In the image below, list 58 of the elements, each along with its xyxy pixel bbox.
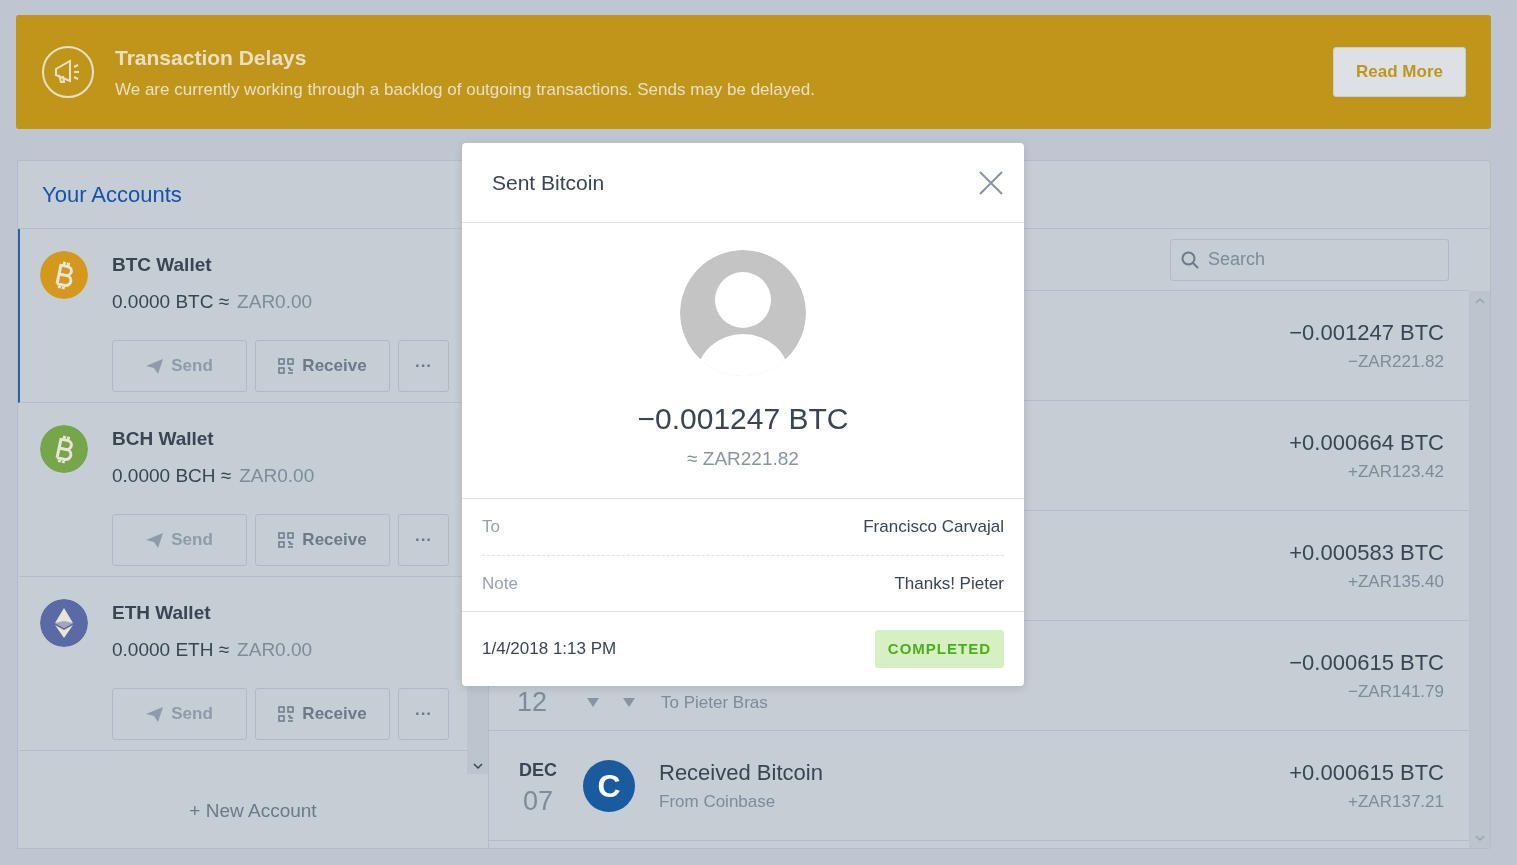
megaphone-icon bbox=[41, 45, 95, 99]
account-name: ETH Wallet bbox=[112, 601, 212, 625]
transaction-fiat: +ZAR123.42 bbox=[1348, 461, 1444, 484]
transaction-amount: +0.000664 BTC bbox=[1289, 429, 1444, 458]
transaction-amount: +0.000615 BTC bbox=[1289, 759, 1444, 788]
status-badge: COMPLETED bbox=[874, 629, 1004, 669]
account-name: BTC Wallet bbox=[112, 253, 213, 277]
more-button[interactable]: ··· bbox=[398, 688, 449, 740]
more-button[interactable]: ··· bbox=[398, 514, 449, 566]
receive-button[interactable]: Receive bbox=[255, 688, 390, 740]
close-button[interactable] bbox=[978, 169, 1004, 196]
detail-label: To bbox=[482, 516, 500, 539]
transaction-subtitle: From Coinbase bbox=[659, 791, 777, 814]
transaction-amount: −0.000615 BTC bbox=[1289, 649, 1444, 678]
modal-fiat: ≈ ZAR221.82 bbox=[687, 447, 799, 471]
detail-label: Note bbox=[482, 572, 518, 595]
detail-value: Thanks! Pieter bbox=[894, 572, 1004, 595]
search-field[interactable]: Search bbox=[1170, 238, 1449, 281]
coinbase-logo: C bbox=[583, 759, 635, 812]
receive-button[interactable]: Receive bbox=[255, 514, 390, 566]
account-fiat: ZAR0.00 bbox=[239, 463, 315, 488]
transaction-day: 12 bbox=[517, 689, 559, 716]
transaction-fiat: −ZAR221.82 bbox=[1348, 351, 1444, 374]
banner-title: Transaction Delays bbox=[115, 44, 308, 71]
avatar-icon bbox=[680, 250, 806, 376]
modal-title: Sent Bitcoin bbox=[492, 169, 605, 196]
transaction-subtitle: To Pieter Bras bbox=[661, 691, 768, 714]
account-balance: 0.0000 ETH ≈ bbox=[112, 637, 230, 662]
paper-plane-icon bbox=[146, 532, 164, 548]
panel-title: Your Accounts bbox=[41, 181, 182, 209]
qr-code-icon bbox=[278, 532, 295, 548]
account-fiat: ZAR0.00 bbox=[237, 289, 313, 314]
paper-plane-icon bbox=[146, 706, 164, 722]
transaction-fiat: −ZAR141.79 bbox=[1348, 681, 1444, 704]
triangles-drawing bbox=[587, 697, 637, 708]
qr-code-icon bbox=[278, 706, 295, 722]
more-button[interactable]: ··· bbox=[398, 340, 449, 392]
account-fiat: ZAR0.00 bbox=[237, 637, 313, 662]
transaction-month: DEC bbox=[519, 758, 557, 782]
transaction-amount: −0.001247 BTC bbox=[1289, 319, 1444, 348]
transaction-fiat: +ZAR137.21 bbox=[1348, 791, 1444, 814]
banner-message: We are currently working through a backlog of outgoing transactions. Sends may be delayed. bbox=[115, 79, 816, 101]
scroll-down-icon[interactable] bbox=[472, 763, 483, 770]
modal-amount: −0.001247 BTC bbox=[637, 401, 849, 437]
receive-button[interactable]: Receive bbox=[255, 340, 390, 392]
transaction-title: Received Bitcoin bbox=[659, 759, 823, 788]
transaction-amount: +0.000583 BTC bbox=[1289, 539, 1444, 568]
detail-value: Francisco Carvajal bbox=[863, 516, 1004, 539]
account-name: BCH Wallet bbox=[112, 427, 215, 451]
paper-plane-icon bbox=[146, 358, 164, 374]
transaction-date: 1/4/2018 1:13 PM bbox=[482, 638, 617, 661]
qr-code-icon bbox=[278, 358, 295, 374]
read-more-button[interactable]: Read More bbox=[1333, 47, 1466, 97]
transaction-day: 07 bbox=[522, 787, 553, 815]
account-balance: 0.0000 BCH ≈ bbox=[112, 463, 232, 488]
search-icon bbox=[1181, 250, 1199, 269]
account-balance: 0.0000 BTC ≈ bbox=[112, 289, 230, 314]
transaction-fiat: +ZAR135.40 bbox=[1348, 571, 1444, 594]
